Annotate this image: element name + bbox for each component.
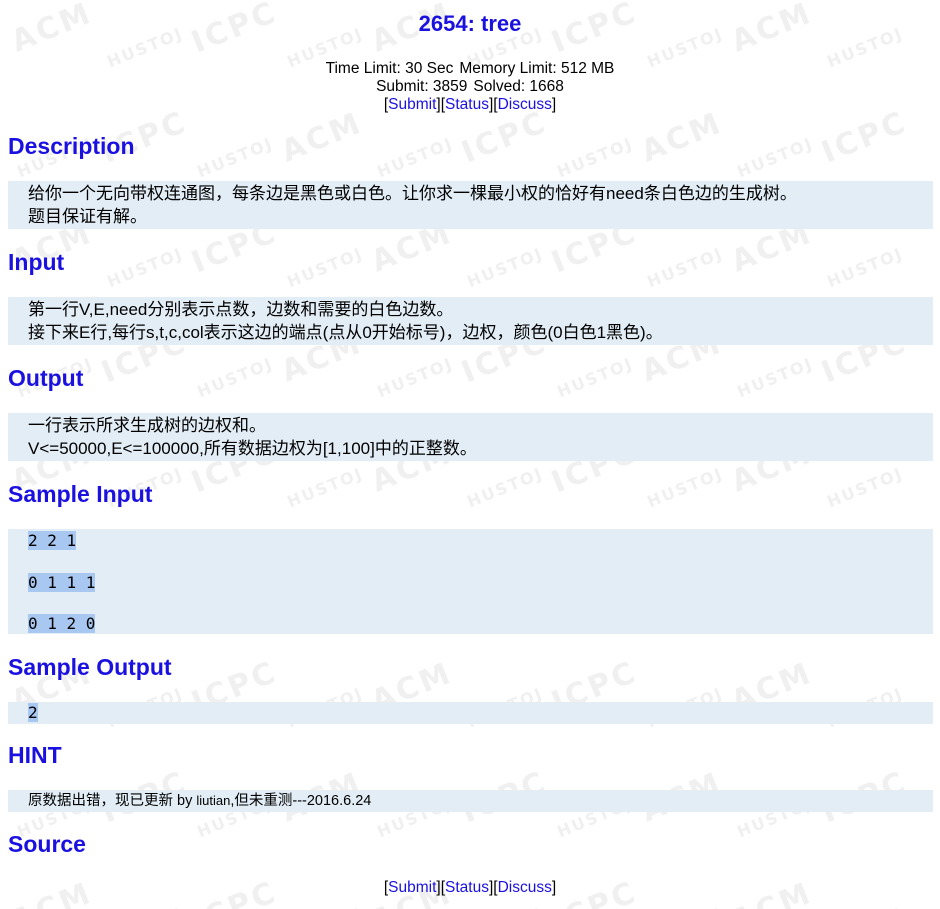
submit-link[interactable]: Submit bbox=[388, 879, 436, 896]
sample-input-box: 2 2 1 0 1 1 1 0 1 2 0 bbox=[8, 529, 933, 634]
output-line: 一行表示所求生成树的边权和。 bbox=[28, 416, 266, 435]
status-link[interactable]: Status bbox=[445, 96, 489, 113]
watermark-text: HUSTOJ bbox=[464, 904, 546, 909]
time-limit: Time Limit: 30 Sec bbox=[325, 60, 454, 77]
watermark-text: HUSTOJ bbox=[284, 904, 366, 909]
hint-author: liutian bbox=[196, 793, 231, 808]
watermark-text: HUSTOJ bbox=[104, 904, 186, 909]
submit-link[interactable]: Submit bbox=[388, 96, 436, 113]
description-heading: Description bbox=[8, 133, 135, 159]
output-box: 一行表示所求生成树的边权和。 V<=50000,E<=100000,所有数据边权… bbox=[8, 413, 933, 461]
watermark-text: HUSTOJ bbox=[284, 463, 367, 512]
sample-output-line: 2 bbox=[28, 703, 38, 722]
sample-input-line: 2 2 1 bbox=[28, 531, 77, 550]
input-line: 第一行V,E,need分别表示点数，边数和需要的白色边数。 bbox=[28, 300, 454, 319]
sample-input-line: 0 1 2 0 bbox=[28, 614, 96, 633]
watermark-text: HUSTOJ bbox=[464, 243, 547, 292]
watermark-text: HUSTOJ bbox=[824, 463, 907, 512]
input-line: 接下来E行,每行s,t,c,col表示这边的端点(点从0开始标号)，边权，颜色(… bbox=[28, 323, 663, 342]
input-box: 第一行V,E,need分别表示点数，边数和需要的白色边数。 接下来E行,每行s,… bbox=[8, 297, 933, 345]
hint-text: 原数据出错，现已更新 by bbox=[28, 793, 197, 809]
watermark-text: HUSTOJ bbox=[644, 904, 726, 909]
problem-links-bottom: [Submit][Status][Discuss] bbox=[383, 879, 557, 896]
watermark-text: ICPC bbox=[816, 104, 913, 171]
sample-output-heading: Sample Output bbox=[8, 654, 172, 680]
source-heading: Source bbox=[8, 831, 86, 857]
watermark-text: ACM bbox=[276, 105, 368, 170]
watermark-text: HUSTOJ bbox=[824, 904, 906, 909]
output-heading: Output bbox=[8, 365, 84, 391]
description-box: 给你一个无向带权连通图，每条边是黑色或白色。让你求一棵最小权的恰好有need条白… bbox=[8, 181, 933, 229]
watermark-text: HUSTOJ bbox=[464, 463, 547, 512]
discuss-link[interactable]: Discuss bbox=[498, 96, 552, 113]
watermark-text: HUSTOJ bbox=[194, 353, 277, 402]
discuss-link[interactable]: Discuss bbox=[498, 879, 552, 896]
watermark-text: HUSTOJ bbox=[644, 243, 727, 292]
status-link[interactable]: Status bbox=[445, 879, 489, 896]
description-line: 题目保证有解。 bbox=[28, 207, 147, 226]
hint-text-suffix: ,但未重测---2016.6.24 bbox=[230, 793, 372, 809]
watermark-text: HUSTOJ bbox=[824, 243, 907, 292]
solved-count: Solved: 1668 bbox=[473, 78, 564, 95]
watermark-text: HUSTOJ bbox=[554, 133, 637, 182]
problem-limits: Time Limit: 30 Sec Memory Limit: 512 MB S… bbox=[0, 60, 940, 96]
watermark-text: HUSTOJ bbox=[194, 133, 277, 182]
problem-page: ACM HUSTOJ ICPC HUSTOJ ACM HUSTOJ ICPC HUSTOJ AC… bbox=[0, 0, 940, 909]
watermark-text: HUSTOJ bbox=[374, 133, 457, 182]
watermark-text: HUSTOJ bbox=[554, 353, 637, 402]
watermark-text: HUSTOJ bbox=[734, 353, 817, 402]
watermark-text: ACM bbox=[636, 105, 728, 170]
submit-count: Submit: 3859 bbox=[376, 78, 468, 95]
watermark-text: HUSTOJ bbox=[104, 243, 187, 292]
watermark-text: HUSTOJ bbox=[644, 463, 727, 512]
watermark-text: HUSTOJ bbox=[284, 243, 367, 292]
watermark-text: ICPC bbox=[456, 104, 553, 171]
problem-links-top: [Submit][Status][Discuss] bbox=[383, 96, 557, 113]
sample-output-box: 2 bbox=[8, 702, 933, 724]
memory-limit: Memory Limit: 512 MB bbox=[459, 60, 615, 77]
sample-input-heading: Sample Input bbox=[8, 481, 153, 507]
input-heading: Input bbox=[8, 249, 65, 275]
sample-input-line: 0 1 1 1 bbox=[28, 573, 96, 592]
problem-title: 2654: tree bbox=[418, 11, 522, 36]
watermark-text: HUSTOJ bbox=[734, 133, 817, 182]
output-line: V<=50000,E<=100000,所有数据边权为[1,100]中的正整数。 bbox=[28, 439, 477, 458]
watermark-text: HUSTOJ bbox=[374, 353, 457, 402]
hint-heading: HINT bbox=[8, 742, 62, 768]
hint-box: 原数据出错，现已更新 by liutian,但未重测---2016.6.24 bbox=[8, 790, 933, 812]
description-line: 给你一个无向带权连通图，每条边是黑色或白色。让你求一棵最小权的恰好有need条白… bbox=[28, 184, 797, 203]
